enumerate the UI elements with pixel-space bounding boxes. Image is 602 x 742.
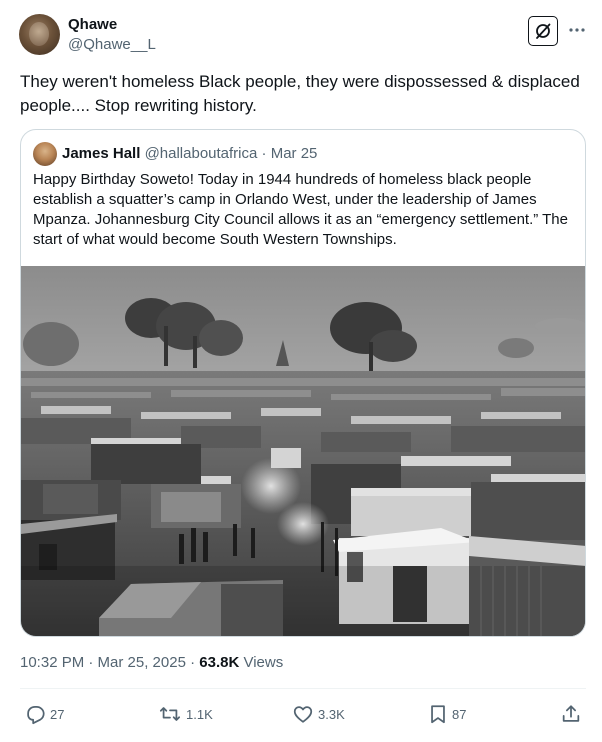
reply-icon [27, 705, 45, 725]
like-count: 3.3K [318, 706, 345, 722]
share-icon [562, 705, 580, 722]
quoted-name: James Hall [62, 145, 141, 162]
bookmark-button[interactable]: 87 [428, 702, 466, 726]
divider [20, 688, 586, 689]
quoted-separator: · [261, 145, 267, 162]
quoted-text: Happy Birthday Soweto! Today in 1944 hun… [33, 171, 568, 248]
quoted-avatar [33, 142, 57, 166]
views-label: Views [239, 654, 284, 671]
repost-icon [159, 707, 181, 721]
share-button[interactable] [560, 702, 582, 726]
quoted-handle: @hallaboutafrica [144, 145, 258, 162]
quoted-date: Mar 25 [270, 145, 318, 162]
more-icon [569, 28, 585, 32]
repost-count: 1.1K [186, 706, 213, 722]
tweet-meta: 10:32 PM · Mar 25, 2025 · 63.8K Views [20, 654, 283, 672]
reply-count: 27 [50, 706, 65, 722]
views-count: 63.8K [199, 654, 240, 671]
quoted-photo[interactable] [21, 266, 586, 637]
grok-icon [536, 23, 551, 39]
bookmark-count: 87 [452, 706, 467, 722]
author-name[interactable]: Qhawe [68, 16, 117, 34]
quoted-header: James Hall @hallaboutafrica · Mar 25 [62, 145, 317, 163]
like-button[interactable]: 3.3K [292, 702, 345, 726]
quoted-tweet[interactable]: James Hall @hallaboutafrica · Mar 25 Hap… [20, 129, 586, 637]
timestamp[interactable]: 10:32 PM · Mar 25, 2025 · [20, 654, 199, 671]
reply-button[interactable]: 27 [24, 702, 64, 726]
like-icon [293, 706, 313, 723]
repost-button[interactable]: 1.1K [158, 702, 213, 726]
tweet-text: They weren't homeless Black people, they… [20, 72, 580, 115]
author-handle[interactable]: @Qhawe__L [68, 36, 156, 54]
more-button[interactable] [566, 20, 588, 40]
grok-button[interactable] [528, 16, 558, 46]
author-avatar[interactable] [19, 14, 60, 55]
bookmark-icon [431, 705, 445, 724]
